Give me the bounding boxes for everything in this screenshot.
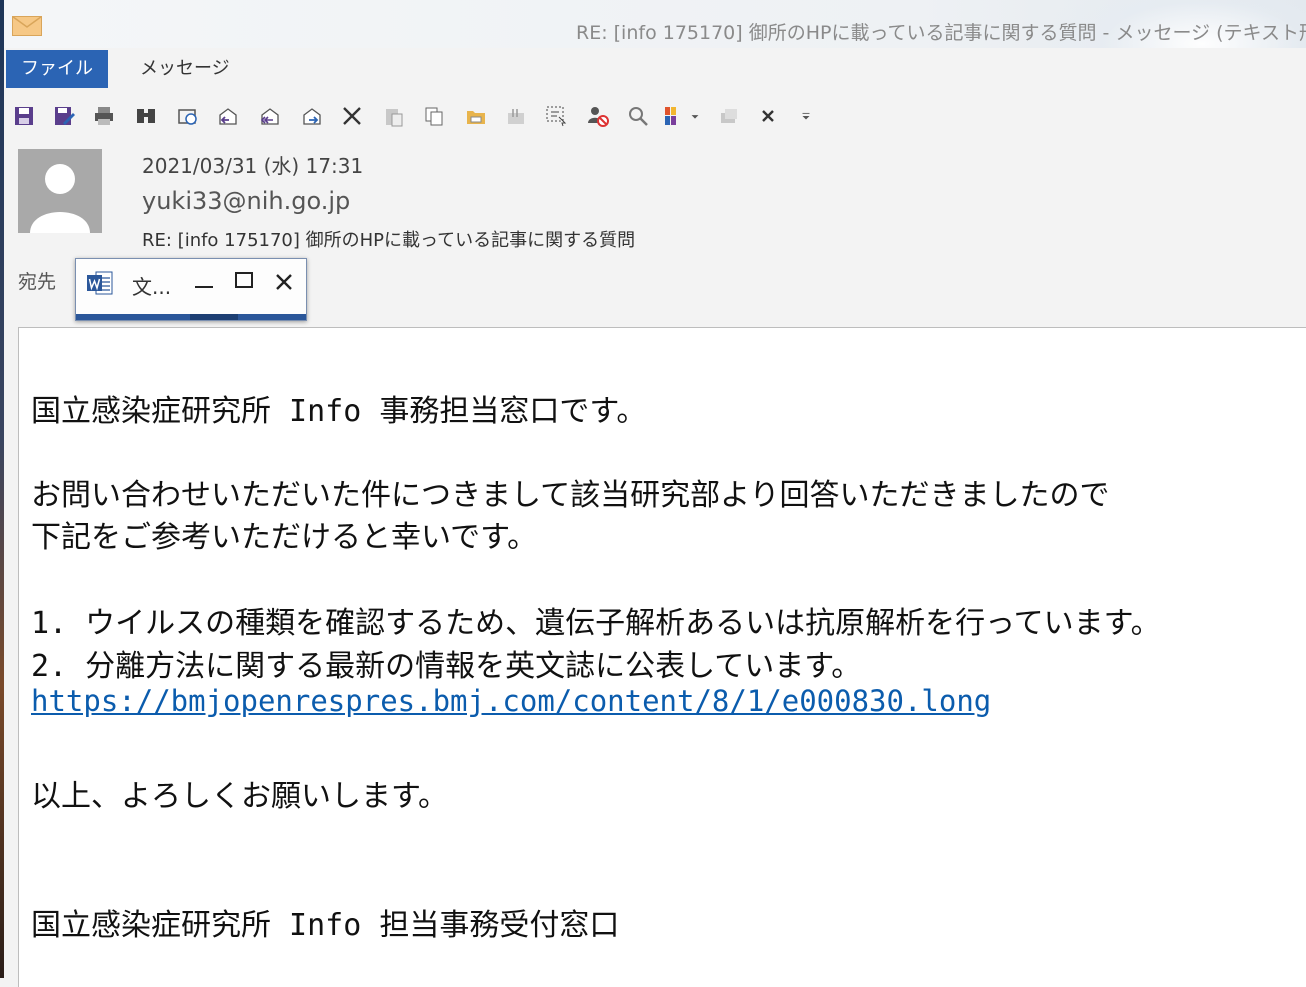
select-icon[interactable] xyxy=(544,104,568,128)
copy-icon[interactable] xyxy=(422,104,446,128)
customize-icon[interactable] xyxy=(798,104,814,128)
body-list-item-1: 1. ウイルスの種類を確認するため、遺伝子解析あるいは抗原解析を行っています。 xyxy=(31,606,1161,641)
delete-icon[interactable] xyxy=(340,104,364,128)
body-list-item-2: 2. 分離方法に関する最新の情報を英文誌に公表しています。 xyxy=(31,649,862,684)
find-icon[interactable] xyxy=(134,104,158,128)
categorize-dropdown-icon[interactable] xyxy=(688,104,702,128)
zoom-icon[interactable] xyxy=(626,104,650,128)
save-edit-icon[interactable] xyxy=(52,104,76,128)
body-link[interactable]: https://bmjopenrespres.bmj.com/content/8… xyxy=(31,684,991,718)
move-icon[interactable] xyxy=(176,104,200,128)
body-paragraph-line-1: お問い合わせいただいた件につきまして該当研究部より回答いただきましたので xyxy=(31,478,1110,513)
categorize-icon[interactable] xyxy=(662,104,686,128)
window-title: RE: [info 175170] 御所のHPに載っている記事に関する質問 - … xyxy=(576,22,1306,44)
print-icon[interactable] xyxy=(92,104,116,128)
block-sender-icon[interactable] xyxy=(586,104,610,128)
forward-icon[interactable] xyxy=(300,104,324,128)
attach-icon[interactable] xyxy=(504,104,528,128)
tab-file[interactable]: ファイル xyxy=(6,50,108,88)
mail-icon xyxy=(12,16,42,36)
body-signature: 国立感染症研究所 Info 担当事務受付窓口 xyxy=(31,908,620,943)
quick-toolbar xyxy=(4,92,1306,140)
paste-icon[interactable] xyxy=(382,104,406,128)
save-icon[interactable] xyxy=(12,104,36,128)
message-body: 国立感染症研究所 Info 事務担当窓口です。 お問い合わせいただいた件につきま… xyxy=(18,327,1306,987)
word-window-title: 文... xyxy=(132,275,172,299)
word-mini-window[interactable]: 文... xyxy=(75,258,307,321)
word-icon xyxy=(87,271,113,295)
body-paragraph-line-2: 下記をご参考いただけると幸いです。 xyxy=(31,520,538,555)
title-bar: RE: [info 175170] 御所のHPに載っている記事に関する質問 - … xyxy=(4,0,1306,48)
message-date: 2021/03/31 (水) 17:31 xyxy=(142,154,364,178)
to-label: 宛先 xyxy=(18,271,57,293)
body-greeting: 国立感染症研究所 Info 事務担当窓口です。 xyxy=(31,394,647,429)
message-sender[interactable]: yuki33@nih.go.jp xyxy=(142,187,350,215)
more-icon[interactable] xyxy=(716,104,740,128)
message-subject: RE: [info 175170] 御所のHPに載っている記事に関する質問 xyxy=(142,230,636,251)
close-icon[interactable] xyxy=(756,104,780,128)
word-taskbar-strip xyxy=(76,314,306,320)
tab-message[interactable]: メッセージ xyxy=(140,50,230,88)
reply-all-icon[interactable] xyxy=(258,104,282,128)
desktop-edge xyxy=(0,0,4,978)
maximize-icon[interactable] xyxy=(232,267,256,297)
avatar xyxy=(18,149,102,233)
folder-icon[interactable] xyxy=(464,104,488,128)
body-closing: 以上、よろしくお願いします。 xyxy=(31,779,448,814)
reply-icon[interactable] xyxy=(216,104,240,128)
close-window-icon[interactable] xyxy=(272,267,296,297)
ribbon-tabs: ファイル メッセージ xyxy=(4,48,1306,90)
minimize-icon[interactable] xyxy=(192,267,216,297)
